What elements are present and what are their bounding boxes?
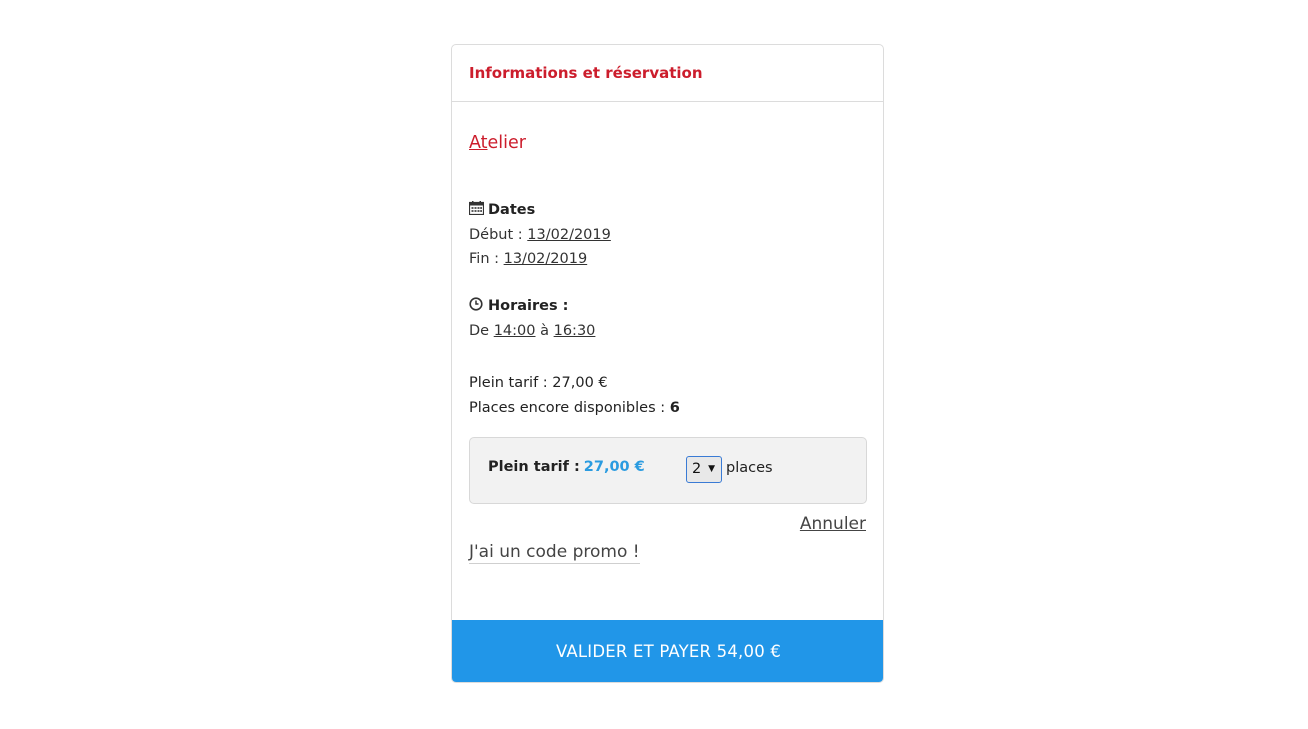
dates-section: Dates Début : 13/02/2019 Fin : 13/02/201… [468, 198, 611, 272]
ticket-label: Plein tarif : [488, 459, 580, 475]
event-title-rest: elier [487, 133, 526, 153]
promo-code-link[interactable]: J'ai un code promo ! [469, 542, 640, 564]
end-date-row: Fin : 13/02/2019 [469, 247, 611, 272]
hours-row: De 14:00 à 16:30 [469, 319, 595, 344]
start-date-value: 13/02/2019 [527, 226, 611, 243]
places-value: 6 [669, 399, 680, 416]
hours-from-value: 14:00 [493, 322, 536, 339]
clock-icon [469, 295, 484, 311]
quantity-unit: places [726, 460, 773, 476]
event-title-first: At [469, 133, 488, 153]
full-price-line: Plein tarif : 27,00 € [469, 375, 608, 391]
places-label: Places encore disponibles : [469, 399, 670, 416]
hours-to-label: à [535, 322, 554, 339]
end-date-value: 13/02/2019 [503, 251, 588, 267]
card-header: Informations et réservation [452, 45, 883, 102]
start-date-label: Début : [469, 226, 528, 243]
validate-and-pay-button[interactable]: VALIDER ET PAYER 54,00 € [452, 620, 883, 682]
hours-from-label: De [469, 322, 494, 339]
hours-section: Horaires : De 14:00 à 16:30 [469, 294, 595, 343]
quantity-value: 2 [692, 461, 702, 477]
ticket-label-row: Plein tarif :27,00 € [488, 459, 645, 475]
event-title-link[interactable]: Atelier [469, 133, 526, 153]
reservation-card: Informations et réservation Atelier Date… [451, 44, 884, 683]
dates-heading-row: Dates [468, 198, 611, 223]
card-header-title: Informations et réservation [469, 64, 703, 82]
pricing-section: Plein tarif : 27,00 € Places encore disp… [469, 371, 680, 420]
caret-down-icon: ▼ [708, 464, 715, 474]
end-date-label: Fin : [469, 251, 504, 267]
ticket-selection-box: Plein tarif :27,00 € 2 ▼ places [469, 437, 867, 504]
hours-to-value: 16:30 [553, 322, 596, 339]
cancel-link[interactable]: Annuler [800, 514, 866, 534]
hours-heading: Horaires : [488, 298, 569, 314]
calendar-icon [468, 199, 485, 216]
places-row: Places encore disponibles : 6 [469, 396, 680, 421]
start-date-row: Début : 13/02/2019 [469, 223, 611, 248]
dates-heading: Dates [488, 202, 536, 218]
quantity-select[interactable]: 2 ▼ [686, 456, 722, 483]
ticket-price: 27,00 € [583, 459, 645, 475]
hours-heading-row: Horaires : [469, 294, 595, 319]
